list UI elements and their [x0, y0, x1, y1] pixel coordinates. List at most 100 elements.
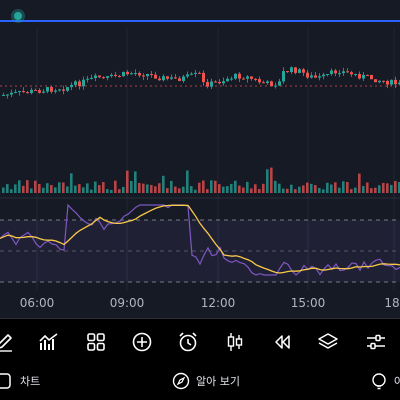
candle-body — [178, 78, 181, 81]
candle-body — [318, 76, 321, 78]
volume-bar — [22, 185, 25, 193]
candlestick-icon — [227, 333, 243, 351]
volume-bar — [218, 184, 221, 193]
candle-body — [378, 80, 381, 83]
volume-bar — [78, 184, 81, 193]
indicators-icon — [39, 333, 58, 350]
nav-label-chart: 차트 — [20, 375, 41, 388]
candle-body — [370, 74, 373, 80]
chart-area[interactable]: 06:00 09:00 12:00 15:00 18: — [0, 0, 400, 318]
candle-body — [358, 73, 361, 79]
candle-body — [2, 94, 5, 96]
draw-tool-button[interactable] — [0, 325, 21, 359]
volume-bar — [370, 188, 373, 193]
volume-bar — [250, 188, 253, 193]
candle-body — [126, 71, 129, 75]
candle-body — [114, 74, 117, 76]
alert-button[interactable] — [171, 325, 205, 359]
layouts-grid-icon — [87, 333, 105, 351]
candle-body — [230, 78, 233, 80]
layers-button[interactable] — [311, 325, 345, 359]
candle-body — [362, 74, 365, 79]
volume-bar — [90, 189, 93, 193]
candle-body — [46, 87, 49, 92]
candle-body — [274, 85, 277, 87]
volume-bar — [394, 181, 397, 193]
candle-body — [214, 81, 217, 83]
candle-body — [106, 76, 109, 78]
candle-body — [202, 72, 205, 83]
candle-body — [390, 79, 393, 85]
nav-item-ideas[interactable]: 아 — [370, 372, 400, 390]
volume-bar — [14, 184, 17, 193]
indicators-button[interactable] — [32, 325, 66, 359]
layouts-button[interactable] — [79, 325, 113, 359]
volume-bar — [158, 183, 161, 193]
volume-bar — [358, 173, 361, 193]
volume-bar — [38, 183, 41, 193]
volume-bar — [98, 185, 101, 193]
volume-bar — [50, 185, 53, 193]
candle-body — [6, 94, 9, 96]
candle-body — [138, 72, 141, 76]
chart-canvas[interactable] — [0, 0, 400, 318]
volume-bar — [2, 187, 5, 193]
candle-body — [118, 75, 121, 77]
candle-body — [18, 91, 21, 93]
candle-body — [334, 70, 337, 74]
volume-bar — [334, 182, 337, 193]
add-button[interactable] — [125, 325, 159, 359]
candle-body — [282, 71, 285, 82]
candle-body — [90, 77, 93, 79]
candle-body — [82, 79, 85, 87]
candle-body — [150, 74, 153, 76]
candle-body — [70, 84, 73, 88]
candle-body — [354, 73, 357, 75]
volume-bar — [214, 180, 217, 193]
candle-body — [294, 67, 297, 73]
candle-body — [154, 74, 157, 79]
candle-body — [50, 87, 53, 92]
candle-body — [22, 91, 25, 93]
candle-body — [326, 74, 329, 76]
nav-item-explore[interactable]: 알아 보기 — [172, 372, 240, 390]
candle-body — [174, 77, 177, 79]
volume-bar — [378, 185, 381, 193]
volume-bar — [46, 183, 49, 193]
volume-bar — [26, 180, 29, 193]
layers-icon — [318, 333, 338, 349]
candle-body — [258, 79, 261, 83]
candle-body — [262, 82, 265, 84]
nav-item-chart[interactable]: 차트 — [0, 372, 40, 390]
volume-bar — [302, 185, 305, 193]
candle-body — [94, 75, 97, 78]
volume-bar — [386, 183, 389, 193]
candle-body — [42, 91, 45, 93]
chart-app: 06:00 09:00 12:00 15:00 18: — [0, 0, 400, 400]
chart-type-button[interactable] — [218, 325, 252, 359]
volume-bar — [174, 186, 177, 193]
volume-bar — [354, 187, 357, 193]
replay-button[interactable] — [265, 325, 299, 359]
settings-button[interactable] — [359, 325, 393, 359]
candle-body — [122, 71, 125, 77]
candle-body — [322, 74, 325, 77]
volume-bar — [150, 184, 153, 193]
candle-body — [38, 90, 41, 93]
candle-body — [266, 81, 269, 83]
volume-bar — [274, 180, 277, 193]
candle-body — [242, 78, 245, 80]
candle-body — [14, 91, 17, 93]
volume-bar — [230, 183, 233, 193]
drawing-toolbar — [0, 318, 400, 365]
volume-bar — [74, 185, 77, 193]
candle-body — [30, 89, 33, 94]
candle-body — [130, 73, 133, 75]
volume-bar — [366, 182, 369, 193]
candle-body — [198, 72, 201, 74]
candle-body — [298, 69, 301, 73]
candle-body — [286, 71, 289, 73]
volume-bar — [82, 187, 85, 193]
volume-bar — [18, 180, 21, 193]
candle-body — [222, 81, 225, 84]
